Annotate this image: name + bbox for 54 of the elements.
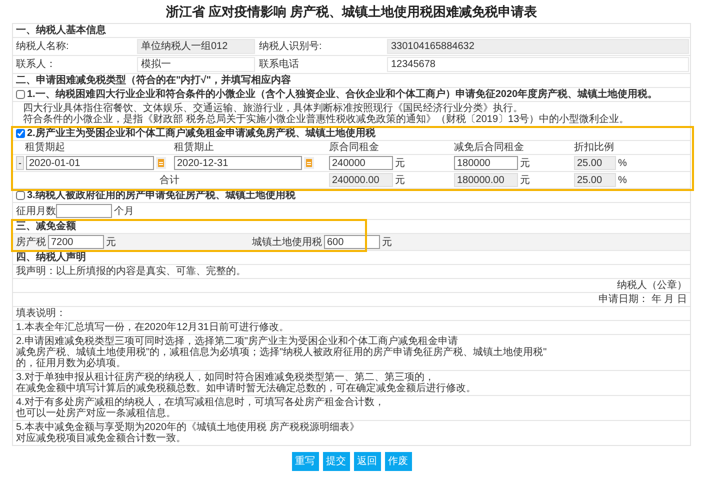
field-label: 纳税人名称:	[15, 40, 70, 53]
section-heading: 三、减免金额	[16, 221, 76, 232]
instruction-text: 3.对于单独申报从租计征房产税的纳税人，如同时符合困难减免税类型第一、第二、第三项的， 在减免金额中填写计算后的减免税额总数。如申请时暂无法确定总数的，可在确定减免金额后进行修改。	[13, 371, 690, 396]
section-heading: 二、申请困难减免税类型（符合的在"内打√"，并填写相应内容	[16, 75, 291, 86]
input-field[interactable]	[56, 204, 112, 218]
instruction-text: 4.对于有多处房产减租的纳税人，在填写减租信息时，可填写各处房产租金合计数， 也可以一处房产对应一条减租信息。	[13, 396, 690, 421]
field-label: 纳税人识别号:	[258, 40, 323, 53]
option-label: 1.一、纳税困难四大行业企业和符合条件的小微企业（含个人独资企业、合伙企业和个体工商户）申请免征2020年度房产税、城镇土地使用税。	[27, 89, 658, 100]
field-label: 征用月数	[16, 206, 56, 216]
total-label: 合计	[160, 174, 180, 186]
checkbox[interactable]	[16, 90, 25, 99]
unit-label: 元	[106, 236, 116, 248]
field-label: 联系电话	[258, 58, 300, 71]
unit-label: 个月	[114, 206, 134, 216]
seal-label: 纳税人（公章）	[617, 280, 687, 291]
declaration-text: 我声明：以上所填报的内容是真实、可靠、完整的。	[16, 266, 246, 277]
form-title: 浙江省 应对疫情影响 房产税、城镇土地使用税困难减免税申请表	[164, 4, 538, 20]
option-note: 四大行业具体指住宿餐饮、文体娱乐、交通运输、旅游行业，具体判断标准按照现行《国民经济行业分类》执行。 符合条件的小微企业，是指《财政部 税务总局关于实施小微企业普惠性税收减免政策的通知》（财税〔2019〕13号）中的小型微利企业。	[13, 102, 690, 127]
checkbox[interactable]	[16, 191, 25, 200]
date-field[interactable]: 2020-12-31	[174, 156, 302, 170]
column-header: 原合同租金	[329, 142, 379, 153]
section-heading: 四、纳税人声明	[16, 252, 86, 263]
input-field[interactable]: 180000	[454, 156, 518, 170]
field-value[interactable]: 12345678	[387, 57, 689, 72]
input-field[interactable]: 7200	[48, 235, 104, 249]
option-label: 2.房产业主为受困企业和个体工商户减免租金申请减免房产税、城镇土地使用税	[27, 128, 376, 139]
calendar-icon[interactable]	[304, 157, 314, 169]
unit-label: %	[618, 158, 627, 168]
unit-label: 元	[520, 158, 530, 168]
instruction-text: 1.本表全年汇总填写一份，在2020年12月31日前可进行修改。	[13, 321, 690, 335]
unit-label: 元	[520, 174, 530, 186]
unit-label: %	[618, 174, 627, 186]
unit-label: 元	[395, 174, 405, 186]
input-field[interactable]: 240000	[329, 156, 393, 170]
unit-label: 元	[382, 236, 392, 248]
field-label: 房产税	[16, 236, 46, 248]
instruction-text: 2.申请困难减免税类型三项可同时选择，选择第二项"房产业主为受困企业和个体工商户减免租金申请 减免房产税、城镇土地使用税"的，减租信息为必填项；选择"纳税人被政府征用的房产申请免征房产税、城镇土地使用税" 的，征用月数为必填项。	[13, 335, 690, 371]
section-heading: 一、纳税人基本信息	[16, 25, 106, 36]
column-header: 减免后合同租金	[454, 142, 524, 153]
unit-label: 元	[395, 158, 405, 168]
column-header: 租赁期起	[25, 142, 65, 153]
instructions-heading: 填表说明：	[16, 308, 66, 319]
date-label: 申请日期： 年 月 日	[598, 294, 687, 305]
column-header: 租赁期止	[174, 142, 214, 153]
field-label: 城镇土地使用税	[252, 236, 322, 248]
column-header: 折扣比例	[574, 142, 614, 153]
instruction-text: 5.本表中减免金额与享受期为2020年的《城镇土地使用税 房产税税源明细表》 对应减免税项目减免金额合计数一致。	[15, 421, 360, 445]
input-field[interactable]: 600	[324, 235, 380, 249]
calendar-icon[interactable]	[156, 157, 166, 169]
date-field[interactable]: 2020-01-01	[26, 156, 154, 170]
field-value[interactable]: 模拟一	[137, 57, 255, 72]
remove-button[interactable]: -	[16, 156, 24, 170]
checkbox[interactable]	[16, 129, 25, 138]
field-label: 联系人：	[15, 58, 57, 71]
